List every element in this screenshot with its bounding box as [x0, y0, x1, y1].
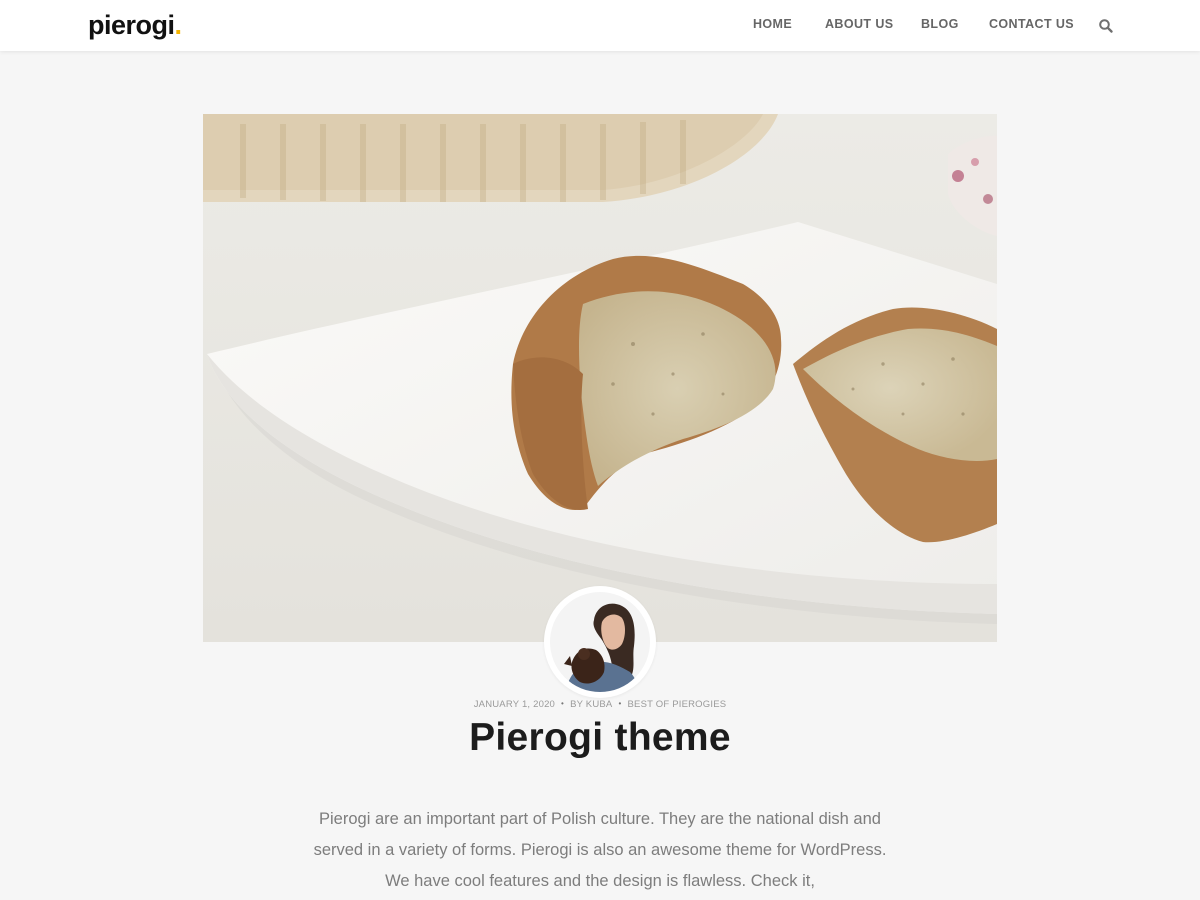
author-avatar[interactable] [544, 586, 656, 698]
search-button[interactable] [1098, 18, 1114, 34]
main-nav: HOME ABOUT US BLOG CONTACT US [0, 17, 1200, 33]
post-excerpt: Pierogi are an important part of Polish … [313, 810, 887, 890]
post-author[interactable]: BY KUBA [570, 699, 612, 710]
nav-item-blog[interactable]: BLOG [921, 17, 959, 31]
search-icon [1099, 19, 1113, 33]
site-header: pierogi. HOME ABOUT US BLOG CONTACT US [0, 0, 1200, 51]
meta-separator: • [618, 699, 622, 708]
post-title[interactable]: Pierogi theme [0, 716, 1200, 760]
post-meta: JANUARY 1, 2020 • BY KUBA • BEST OF PIEROGIE… [0, 699, 1200, 710]
meta-separator: • [561, 699, 565, 708]
nav-item-home[interactable]: HOME [753, 17, 792, 31]
nav-item-contact-us[interactable]: CONTACT US [989, 17, 1074, 31]
post-date[interactable]: JANUARY 1, 2020 [474, 699, 555, 710]
muffins-photo [203, 114, 997, 642]
post-category[interactable]: BEST OF PIEROGIES [628, 699, 727, 710]
author-photo [550, 592, 650, 692]
nav-item-about-us[interactable]: ABOUT US [825, 17, 893, 31]
featured-image[interactable] [203, 114, 997, 642]
